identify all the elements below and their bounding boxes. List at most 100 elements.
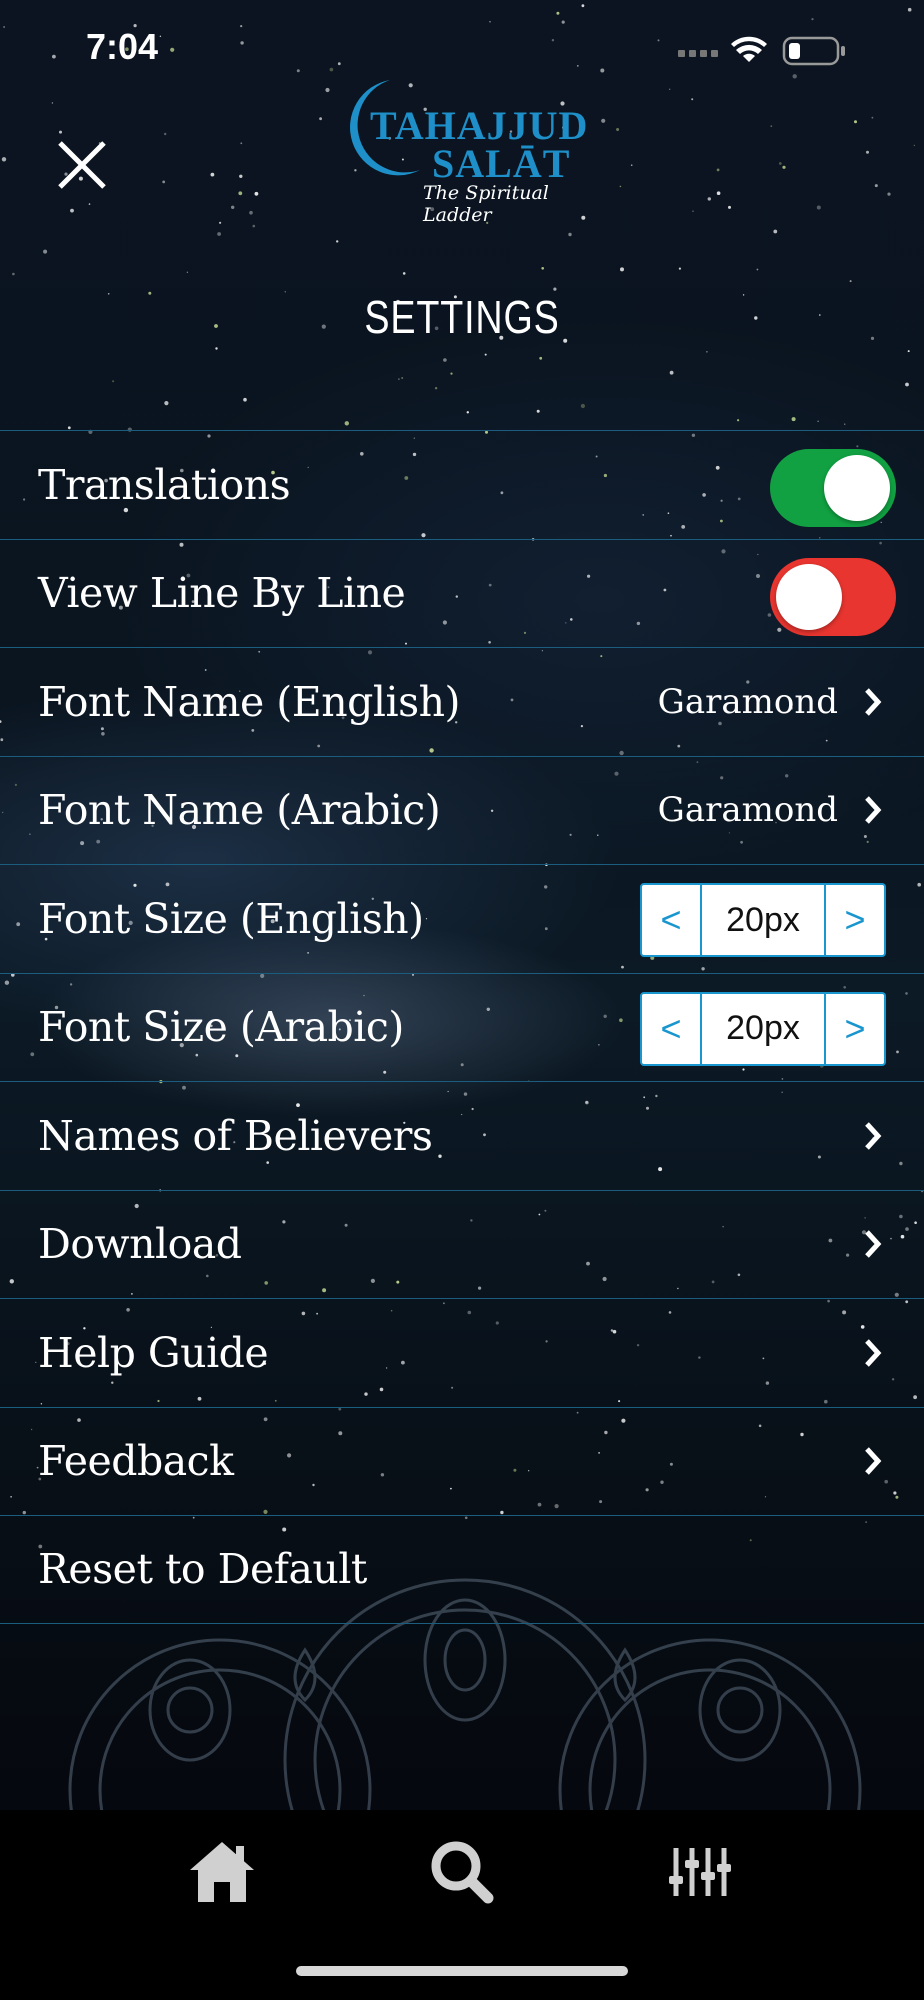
star	[782, 165, 786, 169]
star	[254, 191, 259, 196]
stepper-value: 20px	[726, 900, 800, 939]
star	[849, 280, 852, 283]
star	[434, 387, 438, 390]
star	[484, 353, 487, 356]
setting-row-font-size-arabic: Font Size (Arabic) < 20px >	[0, 972, 924, 1082]
logo-tagline: The Spiritual Ladder	[423, 182, 549, 226]
decrease-button[interactable]: <	[642, 885, 702, 955]
setting-label: Help Guide	[38, 1328, 269, 1377]
status-icons	[678, 36, 845, 66]
star	[816, 205, 821, 210]
tab-settings[interactable]	[660, 1832, 740, 1912]
line-by-line-toggle[interactable]	[770, 557, 896, 636]
star	[707, 197, 711, 201]
star	[112, 380, 115, 383]
tab-search[interactable]	[422, 1832, 502, 1912]
decrease-button[interactable]: <	[642, 993, 702, 1064]
setting-label: Names of Believers	[38, 1111, 433, 1160]
star	[773, 229, 778, 234]
home-icon	[190, 1842, 254, 1902]
setting-row-feedback[interactable]: Feedback	[0, 1406, 924, 1516]
star	[887, 192, 891, 196]
home-indicator	[296, 1966, 628, 1976]
star	[580, 403, 586, 409]
setting-row-help-guide[interactable]: Help Guide	[0, 1298, 924, 1407]
star	[240, 142, 243, 145]
star	[657, 39, 660, 42]
chevron-right-icon	[865, 1230, 882, 1258]
setting-row-download[interactable]: Download	[0, 1189, 924, 1299]
star	[217, 232, 222, 236]
star	[691, 98, 694, 101]
app-logo: TAHAJJUD SALĀT The Spiritual Ladder	[328, 70, 608, 226]
setting-row-line-by-line: View Line By Line	[0, 538, 924, 648]
star	[466, 411, 469, 414]
star	[249, 210, 253, 215]
close-icon	[58, 141, 106, 189]
setting-label: Translations	[38, 460, 291, 509]
star	[811, 18, 814, 21]
star	[210, 172, 215, 177]
star	[669, 370, 674, 375]
star	[12, 272, 15, 276]
chevron-right-icon	[865, 1339, 882, 1367]
star	[337, 62, 341, 66]
star	[737, 419, 740, 422]
star	[3, 26, 5, 28]
tab-home[interactable]	[182, 1832, 262, 1912]
star	[870, 336, 875, 340]
status-time: 7:04	[86, 26, 159, 67]
increase-button[interactable]: >	[824, 885, 884, 955]
star	[43, 249, 48, 254]
star	[252, 224, 256, 228]
star	[238, 191, 243, 196]
star	[706, 351, 708, 353]
star	[164, 401, 169, 406]
star	[854, 120, 857, 124]
close-button[interactable]	[52, 135, 112, 195]
increase-button[interactable]: >	[824, 993, 884, 1064]
toggle-knob	[824, 455, 890, 521]
star	[164, 132, 167, 136]
battery-icon	[782, 36, 845, 66]
star	[215, 347, 218, 350]
star	[336, 240, 339, 243]
star	[240, 25, 243, 28]
star	[756, 268, 759, 271]
star	[561, 20, 565, 24]
star	[866, 150, 869, 154]
toggle-knob	[776, 563, 842, 630]
translations-toggle[interactable]	[770, 449, 896, 527]
star	[616, 128, 620, 131]
star	[581, 4, 585, 8]
setting-row-names-of-believers[interactable]: Names of Believers	[0, 1081, 924, 1190]
setting-label: Feedback	[38, 1437, 234, 1486]
star	[556, 11, 560, 15]
chevron-right-icon	[865, 688, 882, 716]
star	[239, 174, 243, 178]
star	[630, 164, 633, 166]
star	[817, 420, 819, 422]
star	[398, 378, 400, 380]
chevron-right-icon	[865, 796, 882, 824]
setting-row-font-name-english[interactable]: Font Name (English) Garamond	[0, 647, 924, 756]
search-icon	[431, 1841, 494, 1904]
star	[344, 421, 349, 426]
chevron-right-icon	[865, 1447, 882, 1475]
star	[874, 184, 878, 188]
star	[871, 116, 874, 119]
setting-row-font-name-arabic[interactable]: Font Name (Arabic) Garamond	[0, 755, 924, 865]
star	[59, 130, 62, 134]
setting-label: Download	[38, 1220, 242, 1269]
setting-row-reset[interactable]: Reset to Default	[0, 1515, 924, 1624]
star	[240, 41, 244, 45]
setting-row-font-size-english: Font Size (English) < 20px >	[0, 864, 924, 973]
wifi-icon	[731, 36, 767, 62]
font-size-english-stepper: < 20px >	[640, 883, 886, 957]
star	[620, 267, 624, 272]
font-size-arabic-stepper: < 20px >	[640, 991, 886, 1066]
equalizer-icon	[669, 1848, 731, 1896]
star	[568, 232, 572, 237]
star	[791, 417, 796, 422]
setting-label: View Line By Line	[38, 569, 406, 618]
